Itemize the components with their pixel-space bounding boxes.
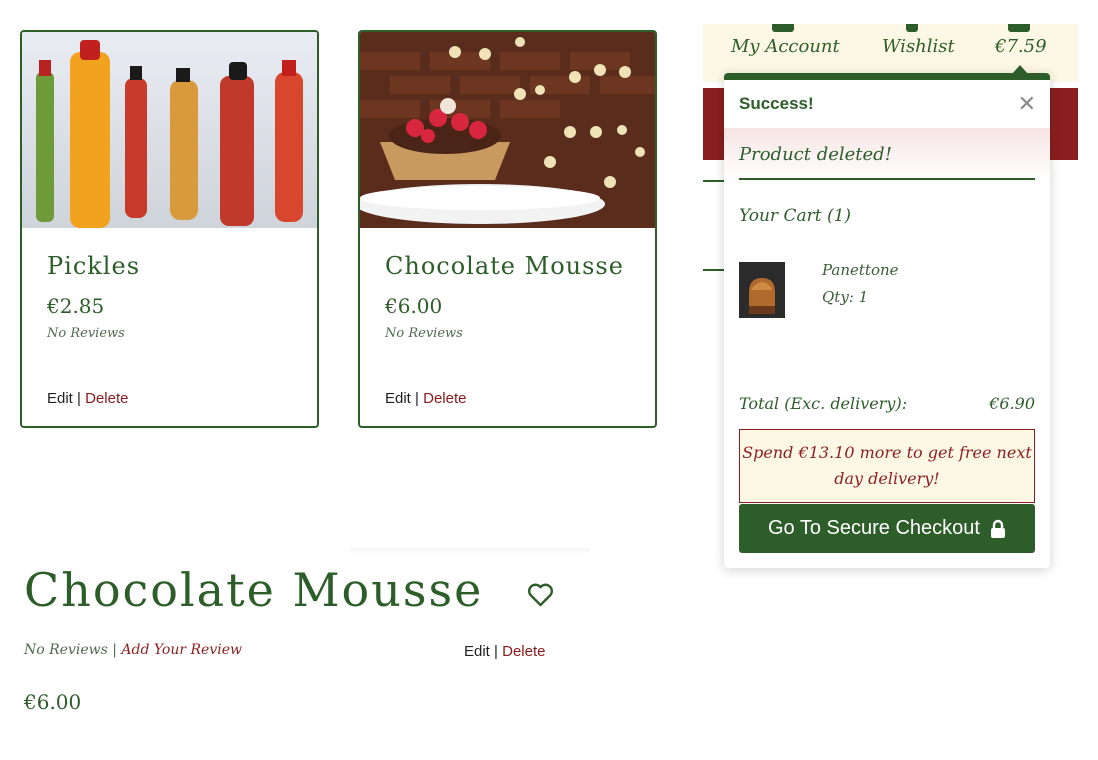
cart-icon [1008,24,1030,32]
cart-heading: Your Cart (1) [739,206,852,226]
wishlist-link[interactable]: Wishlist [882,36,955,57]
edit-link[interactable]: Edit [385,390,411,407]
product-price: €2.85 [47,294,105,318]
product-title[interactable]: Chocolate Mousse [385,252,645,280]
product-reviews: No Reviews [47,326,125,341]
separator: | [494,643,498,660]
edit-link[interactable]: Edit [464,643,490,660]
chocolate-mousse-image[interactable] [360,32,655,228]
product-card-chocolate-mousse[interactable]: Chocolate Mousse €6.00 No Reviews Edit |… [358,30,657,428]
product-detail-admin-actions: Edit | Delete [464,643,545,660]
separator: | [112,642,117,658]
divider [350,548,590,554]
delete-link[interactable]: Delete [85,390,128,407]
separator: | [415,390,419,407]
account-icon [772,24,794,32]
cart-item-name: Panettone [822,261,899,279]
separator: | [77,390,81,407]
add-review-link[interactable]: Add Your Review [121,642,242,658]
toast-accent-bar [724,73,1050,80]
total-value: €6.90 [989,394,1035,413]
divider [739,178,1035,180]
cart-total-link[interactable]: €7.59 [995,36,1047,57]
toast-message: Product deleted! [739,144,892,165]
delete-link[interactable]: Delete [423,390,466,407]
edit-link[interactable]: Edit [47,390,73,407]
cart-item-image [739,262,785,318]
toast-arrow [1012,65,1028,74]
toast-message-box: Product deleted! [724,128,1050,180]
product-admin-actions: Edit | Delete [385,390,466,407]
product-title[interactable]: Pickles [47,252,307,280]
close-icon[interactable]: ✕ [1018,91,1036,117]
product-card-pickles[interactable]: Pickles €2.85 No Reviews Edit | Delete [20,30,319,428]
success-toast: Success! ✕ Product deleted! Your Cart (1… [724,65,1050,568]
pickles-image[interactable] [22,32,317,228]
product-detail-title: Chocolate Mousse [24,563,484,617]
wishlist-heart-icon[interactable] [527,583,554,607]
my-account-link[interactable]: My Account [731,36,840,57]
heart-icon [906,24,918,32]
cart-item-qty: Qty: 1 [822,288,869,306]
toast-header: Success! ✕ [724,80,1050,128]
delete-link[interactable]: Delete [502,643,545,660]
total-label: Total (Exc. delivery): [739,394,908,413]
checkout-label: Go To Secure Checkout [768,517,980,539]
product-detail-reviews: No Reviews | Add Your Review [24,642,242,658]
product-admin-actions: Edit | Delete [47,390,128,407]
no-reviews-text: No Reviews [24,642,108,658]
product-detail-price: €6.00 [24,690,82,714]
free-delivery-note: Spend €13.10 more to get free next day d… [739,429,1035,503]
lock-icon [990,519,1005,538]
product-price: €6.00 [385,294,443,318]
toast-title: Success! [739,94,814,113]
product-reviews: No Reviews [385,326,463,341]
secure-checkout-button[interactable]: Go To Secure Checkout [739,504,1035,553]
